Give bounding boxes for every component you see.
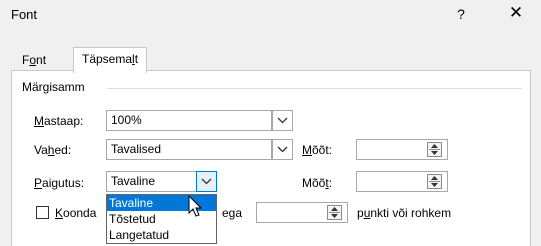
scale-combo-input[interactable]: 100%: [106, 110, 272, 131]
kerning-label-tail: ega: [222, 206, 243, 220]
tab-advanced-label-post: t: [134, 52, 139, 66]
scale-label-text: astaap:: [44, 114, 84, 128]
spin-down-icon[interactable]: [431, 183, 438, 187]
mouse-pointer-icon: [188, 195, 203, 217]
spin-up-icon[interactable]: [431, 176, 438, 180]
spacing-by-label: Mõõt:: [302, 143, 332, 157]
kerning-label: Koonda: [55, 206, 96, 220]
tab-advanced[interactable]: Täpsemalt: [73, 47, 148, 73]
spacing-by-accel: M: [302, 143, 312, 157]
position-by-label: Mõõt:: [302, 176, 332, 190]
position-by-spinner[interactable]: [427, 174, 442, 189]
close-button[interactable]: ✕: [503, 2, 529, 24]
spacing-by-label-text: õõt:: [312, 143, 333, 157]
kerning-checkbox[interactable]: [36, 206, 49, 219]
spin-up-icon[interactable]: [431, 144, 438, 148]
chevron-down-icon: [277, 146, 288, 153]
position-dropdown-button[interactable]: [196, 171, 217, 192]
spacing-combo-input[interactable]: Tavalised: [106, 139, 272, 160]
kerning-label-accel: K: [55, 206, 64, 220]
position-by-label-post: :: [328, 176, 333, 190]
scale-dropdown-button[interactable]: [272, 110, 293, 131]
scale-label: Mastaap:: [34, 114, 83, 128]
scale-label-accel: M: [34, 114, 44, 128]
spacing-label-pre: Va: [34, 143, 48, 157]
position-label-text: aigutus:: [42, 176, 85, 190]
spacing-label-post: ed:: [54, 143, 72, 157]
spin-down-icon[interactable]: [331, 214, 338, 218]
spacing-label: Vahed:: [34, 143, 71, 157]
tab-font[interactable]: Font: [14, 49, 54, 71]
position-option[interactable]: Langetatud: [107, 227, 216, 243]
kerning-label-text: oonda: [63, 206, 97, 220]
spacing-by-spinner[interactable]: [427, 142, 442, 157]
position-label: Paigutus:: [34, 176, 84, 190]
kerning-suffix-post: nkti või rohkem: [370, 206, 452, 220]
tab-font-label-post: nt: [36, 53, 47, 67]
spinner-divider: [429, 181, 440, 182]
position-combo-input[interactable]: Tavaline: [106, 171, 197, 192]
chevron-down-icon: [201, 178, 212, 185]
group-title: Märgisamm: [22, 80, 85, 94]
chevron-down-icon: [277, 117, 288, 124]
spin-up-icon[interactable]: [331, 207, 338, 211]
position-by-label-pre: Mõõ: [302, 176, 326, 190]
spacing-dropdown-button[interactable]: [272, 139, 293, 160]
spinner-divider: [329, 212, 340, 213]
spin-down-icon[interactable]: [431, 151, 438, 155]
spinner-divider: [429, 149, 440, 150]
group-divider: [107, 88, 522, 89]
tab-advanced-label-pre: Täpsema: [82, 52, 133, 66]
help-button[interactable]: ?: [448, 3, 474, 25]
kerning-suffix: punkti või rohkem: [357, 206, 451, 220]
kerning-suffix-pre: p: [357, 206, 364, 220]
dialog-title: Font: [11, 7, 38, 22]
kerning-size-spinner[interactable]: [327, 205, 342, 220]
position-label-accel: P: [34, 176, 43, 190]
